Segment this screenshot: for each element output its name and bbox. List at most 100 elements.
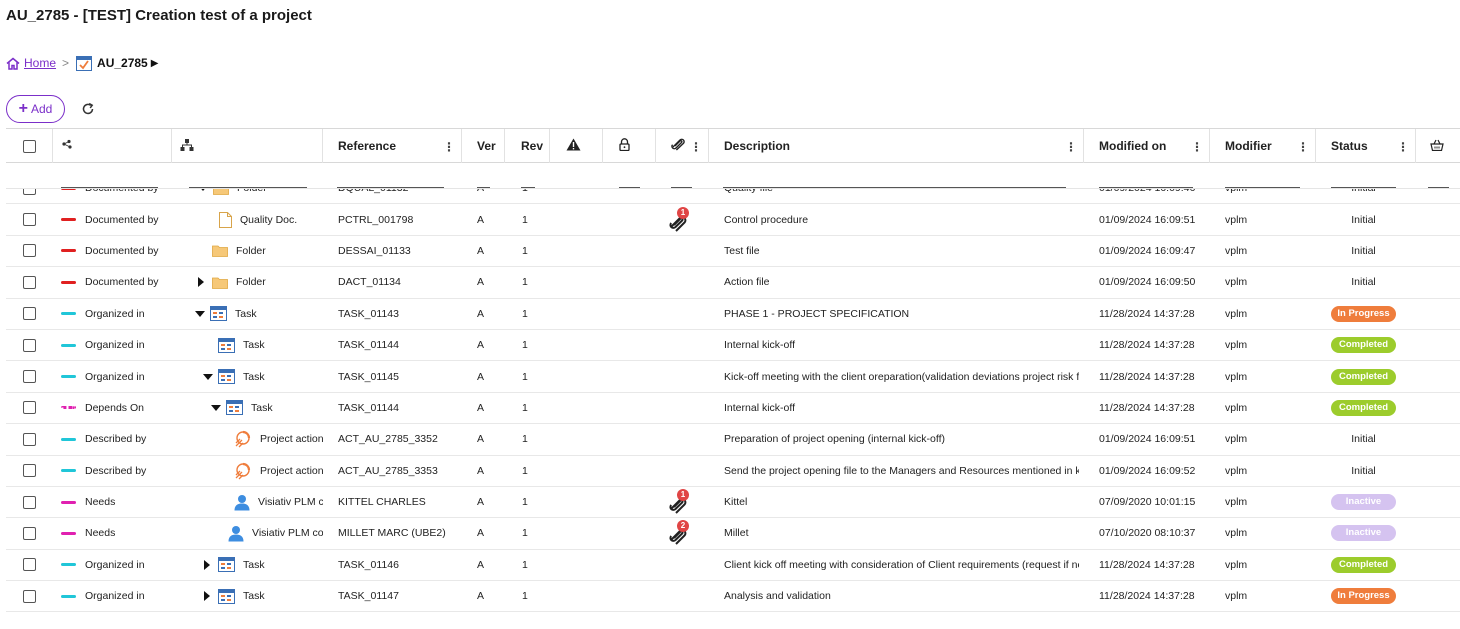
- attachments-cell[interactable]: 1: [668, 204, 702, 234]
- collapse-caret-icon[interactable]: [198, 189, 208, 192]
- table-row[interactable]: Organized in Task TASK_01143 A 1 PHASE 1 - PR…: [6, 299, 1460, 330]
- row-checkbox[interactable]: [23, 213, 36, 227]
- row-checkbox[interactable]: [23, 244, 36, 258]
- reference-cell[interactable]: DQUAL_01132: [338, 189, 462, 203]
- column-menu-icon[interactable]: ⋮: [1065, 140, 1077, 154]
- row-checkbox[interactable]: [23, 464, 36, 478]
- reference-cell[interactable]: TASK_01143: [338, 299, 462, 329]
- table-row[interactable]: Organized in Task TASK_01146 A 1 Client kick …: [6, 550, 1460, 582]
- reference-cell[interactable]: ACT_AU_2785_3352: [338, 424, 462, 454]
- row-checkbox[interactable]: [23, 338, 36, 352]
- filter-rev[interactable]: [521, 187, 535, 188]
- filter-modifier[interactable]: [1225, 187, 1300, 188]
- row-select-cell[interactable]: [6, 456, 53, 486]
- filter-attachments[interactable]: [671, 187, 692, 188]
- caret-right-icon[interactable]: ▶: [151, 58, 159, 69]
- table-row[interactable]: Needs Visiativ PLM cor MILLET MARC (UBE2) A…: [6, 518, 1460, 550]
- filter-lock[interactable]: [619, 187, 640, 188]
- row-checkbox[interactable]: [23, 401, 36, 415]
- row-select-cell[interactable]: [6, 518, 53, 548]
- table-row[interactable]: Documented by Folder DESSAI_01133 A 1 Test fi…: [6, 236, 1460, 268]
- header-modified-on[interactable]: Modified on ⋮: [1084, 129, 1210, 163]
- collapse-caret-icon[interactable]: [195, 310, 205, 317]
- table-row[interactable]: Documented by Folder DQUAL_01132 A 1 Quality …: [6, 189, 1460, 205]
- row-checkbox[interactable]: [23, 275, 36, 289]
- reference-cell[interactable]: TASK_01144: [338, 393, 462, 423]
- attachment-paperclip-icon[interactable]: 1: [668, 206, 692, 232]
- header-structure[interactable]: [172, 129, 323, 163]
- header-basket[interactable]: [1416, 129, 1460, 163]
- reference-cell[interactable]: PCTRL_001798: [338, 204, 462, 234]
- filter-status[interactable]: [1331, 187, 1396, 188]
- column-menu-icon[interactable]: ⋮: [443, 140, 455, 154]
- row-select-cell[interactable]: [6, 550, 53, 580]
- row-checkbox[interactable]: [23, 589, 36, 603]
- add-button[interactable]: + Add: [6, 95, 65, 123]
- header-modifier[interactable]: Modifier ⋮: [1210, 129, 1316, 163]
- reference-cell[interactable]: DESSAI_01133: [338, 236, 462, 266]
- header-lock[interactable]: [603, 129, 656, 163]
- attachment-paperclip-icon[interactable]: 2: [668, 520, 692, 546]
- reference-cell[interactable]: TASK_01145: [338, 361, 462, 391]
- column-menu-icon[interactable]: ⋮: [690, 140, 702, 154]
- column-menu-icon[interactable]: ⋮: [1397, 140, 1409, 154]
- row-select-cell[interactable]: [6, 189, 53, 203]
- row-select-cell[interactable]: [6, 267, 53, 297]
- expand-caret-icon[interactable]: [204, 559, 210, 570]
- header-attachments[interactable]: ⋮: [656, 129, 709, 163]
- reference-cell[interactable]: MILLET MARC (UBE2): [338, 518, 462, 548]
- reference-cell[interactable]: KITTEL CHARLES: [338, 487, 462, 517]
- filter-modified-on[interactable]: [1099, 187, 1193, 188]
- filter-description[interactable]: [723, 187, 1066, 188]
- header-ver[interactable]: Ver: [462, 129, 505, 163]
- header-status[interactable]: Status ⋮: [1316, 129, 1416, 163]
- table-row[interactable]: Organized in Task TASK_01144 A 1 Internal kic…: [6, 330, 1460, 362]
- table-row[interactable]: Needs Visiativ PLM cc KITTEL CHARLES A 1 1 Kit…: [6, 487, 1460, 519]
- table-row[interactable]: Described by Project action ACT_AU_2785_33…: [6, 424, 1460, 456]
- table-row[interactable]: Organized in Task TASK_01147 A 1 Analysis and…: [6, 581, 1460, 613]
- reference-cell[interactable]: TASK_01144: [338, 330, 462, 360]
- row-checkbox[interactable]: [23, 189, 36, 195]
- column-menu-icon[interactable]: ⋮: [1297, 140, 1309, 154]
- breadcrumb-current[interactable]: AU_2785: [97, 56, 148, 70]
- row-checkbox[interactable]: [23, 370, 36, 384]
- table-row[interactable]: Organized in Task TASK_01145 A 1 Kick-off mee…: [6, 361, 1460, 393]
- breadcrumb-home-link[interactable]: Home: [24, 56, 56, 70]
- filter-basket[interactable]: [1428, 187, 1449, 188]
- row-checkbox[interactable]: [23, 495, 36, 509]
- row-select-cell[interactable]: [6, 487, 53, 517]
- row-select-cell[interactable]: [6, 299, 53, 329]
- row-checkbox[interactable]: [23, 558, 36, 572]
- header-relation[interactable]: [53, 129, 172, 163]
- reference-cell[interactable]: DACT_01134: [338, 267, 462, 297]
- row-select-cell[interactable]: [6, 581, 53, 611]
- attachments-cell[interactable]: 1: [668, 487, 702, 517]
- table-row[interactable]: Documented by Quality Doc. PCTRL_001798 A 1 1…: [6, 204, 1460, 236]
- header-reference[interactable]: Reference ⋮: [323, 129, 462, 163]
- reference-cell[interactable]: TASK_01146: [338, 550, 462, 580]
- expand-caret-icon[interactable]: [198, 277, 204, 288]
- row-checkbox[interactable]: [23, 526, 36, 540]
- collapse-caret-icon[interactable]: [211, 404, 221, 411]
- expand-caret-icon[interactable]: [204, 591, 210, 602]
- table-row[interactable]: Described by Project action ACT_AU_2785_33…: [6, 456, 1460, 487]
- home-icon[interactable]: [6, 57, 20, 70]
- header-rev[interactable]: Rev: [505, 129, 550, 163]
- column-menu-icon[interactable]: ⋮: [1191, 140, 1203, 154]
- collapse-caret-icon[interactable]: [203, 373, 213, 380]
- filter-relation[interactable]: [61, 187, 158, 188]
- reference-cell[interactable]: ACT_AU_2785_3353: [338, 456, 462, 486]
- header-warning[interactable]: [550, 129, 603, 163]
- header-description[interactable]: Description ⋮: [709, 129, 1084, 163]
- row-select-cell[interactable]: [6, 236, 53, 266]
- row-select-cell[interactable]: [6, 204, 53, 234]
- filter-structure[interactable]: [189, 187, 307, 188]
- attachment-paperclip-icon[interactable]: 1: [668, 489, 692, 514]
- row-select-cell[interactable]: [6, 424, 53, 454]
- table-row[interactable]: Depends On Task TASK_01144 A 1 Internal kick-…: [6, 393, 1460, 425]
- header-select-all[interactable]: [6, 129, 53, 163]
- table-row[interactable]: Documented by Folder DACT_01134 A 1 Action fi…: [6, 267, 1460, 299]
- refresh-icon[interactable]: [79, 100, 97, 118]
- filter-reference[interactable]: [337, 187, 444, 188]
- row-select-cell[interactable]: [6, 361, 53, 391]
